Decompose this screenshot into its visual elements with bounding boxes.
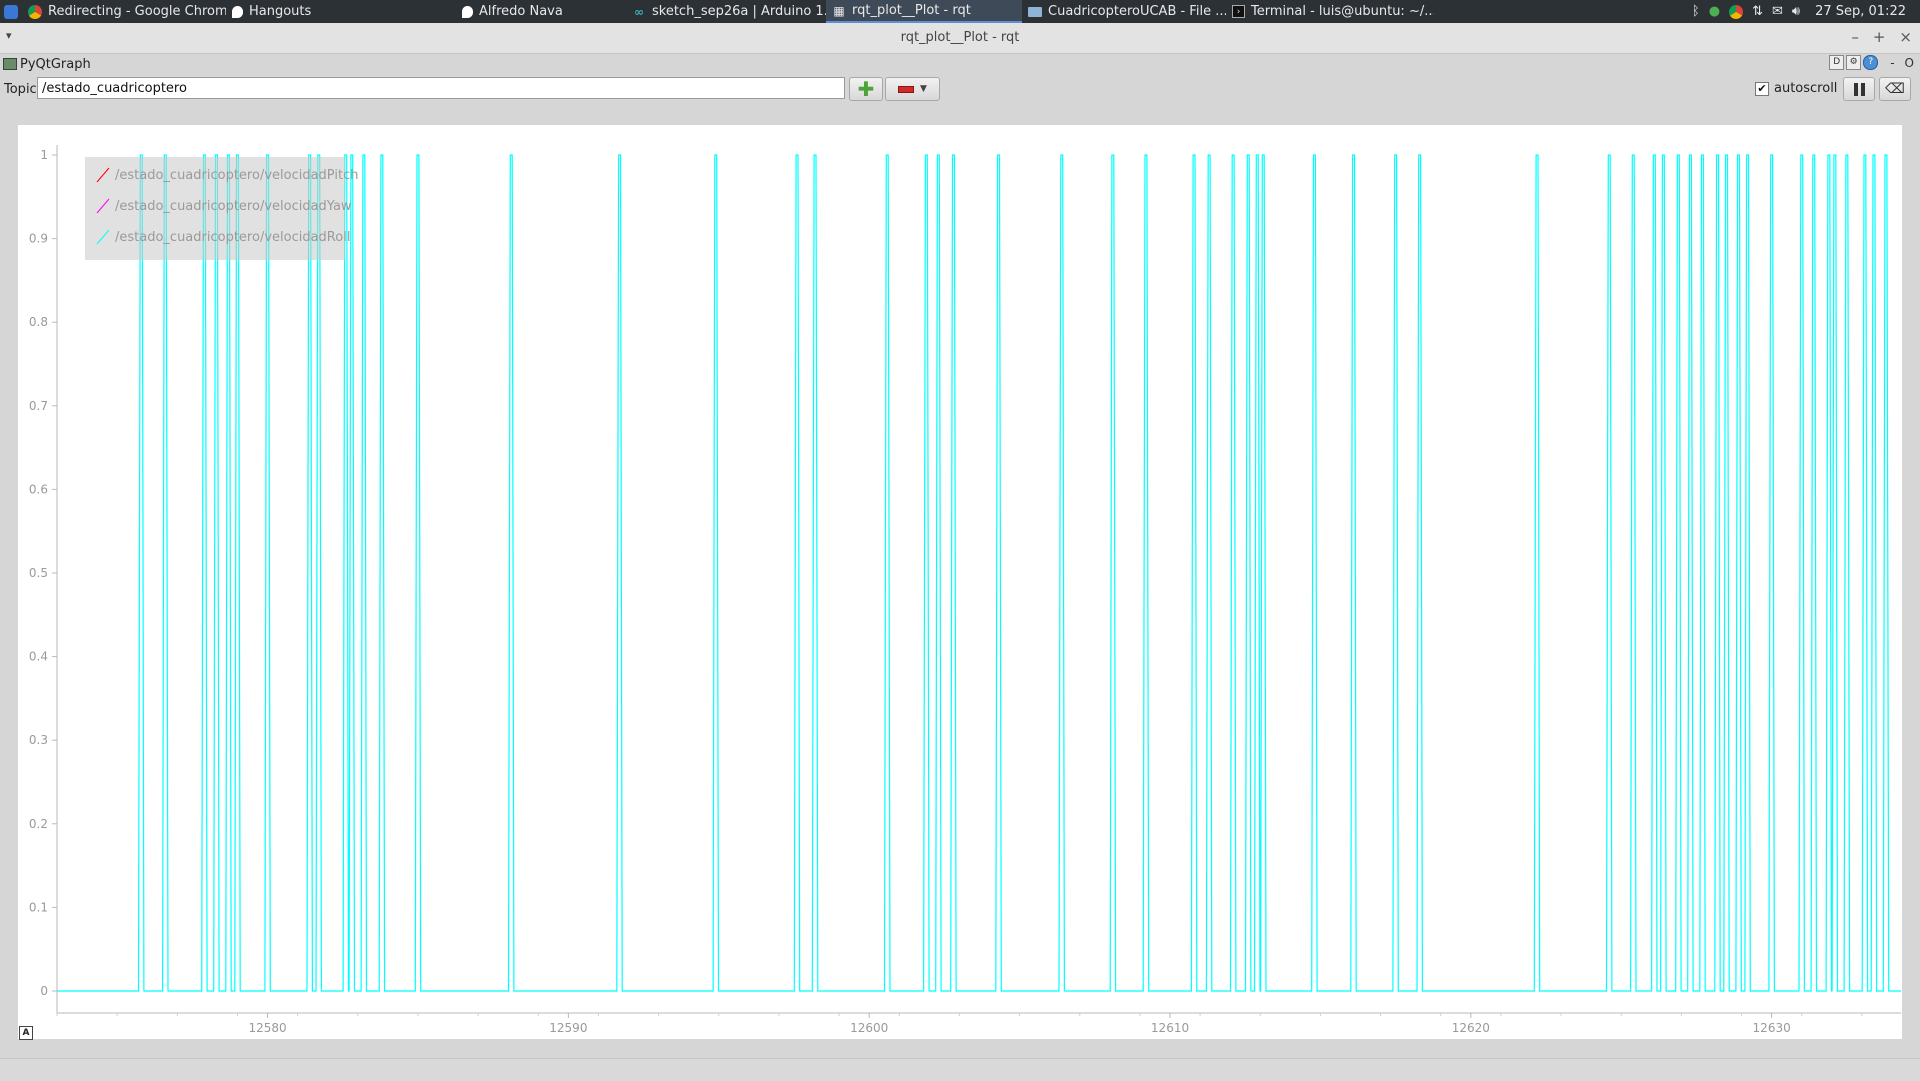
task-terminal[interactable]: › Terminal - luis@ubuntu: ~/... — [1226, 0, 1434, 23]
y-tick-label: 0.4 — [29, 650, 48, 664]
series-line-2 — [57, 154, 1901, 992]
help-button[interactable]: ? — [1863, 55, 1879, 70]
task-arduino[interactable]: ∞ sketch_sep26a | Arduino 1... — [626, 0, 826, 23]
task-label: rqt_plot__Plot - rqt — [852, 3, 971, 18]
task-label: CuadricopteroUCAB - File ... — [1048, 4, 1226, 19]
taskbar: Redirecting - Google Chrome Hangouts Alf… — [0, 0, 1920, 23]
task-label: Redirecting - Google Chrome — [48, 4, 226, 19]
plugin-minimize-button[interactable]: - — [1890, 56, 1894, 70]
network-icon[interactable]: ⇅ — [1752, 4, 1763, 19]
task-label: Terminal - luis@ubuntu: ~/... — [1251, 4, 1434, 19]
legend-swatch-roll — [96, 229, 110, 245]
x-tick-label: 12590 — [549, 1021, 587, 1035]
hangouts-icon — [462, 5, 473, 18]
maximize-icon[interactable]: + — [1873, 28, 1886, 46]
task-file-manager[interactable]: CuadricopteroUCAB - File ... — [1022, 0, 1226, 23]
plugin-title: PyQtGraph — [20, 56, 91, 72]
y-tick-label: 1 — [40, 148, 48, 162]
volume-icon[interactable]: 🔊︎ — [1792, 4, 1800, 19]
remove-topic-button[interactable]: ▼ — [885, 77, 940, 101]
clear-button[interactable]: ⌫ — [1879, 77, 1911, 101]
start-menu-icon[interactable] — [0, 0, 22, 23]
folder-icon — [1028, 6, 1042, 17]
chevron-down-icon: ▼ — [920, 84, 927, 94]
topic-label: Topic — [4, 82, 37, 97]
plugin-titlebar: PyQtGraph D ⚙ ? - O — [0, 53, 1920, 75]
y-tick-label: 0.8 — [29, 315, 48, 329]
legend-item-pitch: /estado_cuadricoptero/velocidadPitch — [95, 165, 358, 185]
x-tick-label: 12600 — [850, 1021, 888, 1035]
task-chrome[interactable]: Redirecting - Google Chrome — [22, 0, 226, 23]
legend-label: /estado_cuadricoptero/velocidadRoll — [115, 229, 351, 245]
x-tick-label: 12630 — [1753, 1021, 1791, 1035]
pause-icon — [1853, 82, 1858, 96]
y-tick-label: 0 — [40, 984, 48, 998]
chrome-icon — [28, 4, 42, 19]
y-tick-label: 0.7 — [29, 399, 48, 413]
grid-icon: ▦ — [833, 3, 845, 18]
pause-button[interactable] — [1843, 77, 1875, 101]
x-tick-label: 12620 — [1452, 1021, 1490, 1035]
bluetooth-icon[interactable]: ᛒ — [1692, 4, 1700, 19]
task-hangouts-chat[interactable]: Alfredo Nava — [426, 0, 626, 23]
auto-range-button[interactable]: A — [19, 1026, 33, 1040]
task-label: Alfredo Nava — [479, 4, 563, 19]
hangouts-icon — [232, 5, 243, 18]
legend-item-roll: /estado_cuadricoptero/velocidadRoll — [95, 227, 350, 247]
x-tick-label: 12580 — [248, 1021, 286, 1035]
task-label: sketch_sep26a | Arduino 1... — [652, 4, 826, 19]
mail-icon[interactable]: ✉ — [1772, 4, 1783, 19]
status-bar — [0, 1058, 1920, 1081]
task-label: Hangouts — [249, 4, 312, 19]
topic-toolbar: Topic ✚ ▼ ✔ autoscroll ⌫ — [0, 75, 1920, 105]
legend-item-yaw: /estado_cuadricoptero/velocidadYaw — [95, 196, 352, 216]
y-tick-label: 0.5 — [29, 566, 48, 580]
close-icon[interactable]: × — [1899, 28, 1912, 46]
y-tick-label: 0.9 — [29, 232, 48, 246]
legend-label: /estado_cuadricoptero/velocidadPitch — [115, 167, 359, 183]
minimize-icon[interactable]: – — [1851, 28, 1859, 46]
add-topic-button[interactable]: ✚ — [849, 77, 883, 101]
minus-icon — [898, 85, 915, 93]
chrome-tray-icon[interactable] — [1729, 4, 1744, 19]
legend-swatch-pitch — [96, 167, 110, 183]
pyqtgraph-icon — [3, 58, 17, 70]
plus-icon: ✚ — [857, 77, 875, 101]
autoscroll-checkbox[interactable]: ✔ autoscroll — [1755, 81, 1837, 96]
y-tick-label: 0.1 — [29, 900, 48, 914]
task-rqt-plot[interactable]: ▦ rqt_plot__Plot - rqt — [826, 0, 1022, 23]
settings-icon[interactable]: ⚙ — [1846, 55, 1862, 70]
checkmark-icon: ✔ — [1755, 81, 1769, 96]
legend-swatch-yaw — [96, 198, 110, 214]
topic-input[interactable] — [37, 77, 845, 99]
system-tray: ᛒ ● ⇅ ✉ 🔊︎ 27 Sep, 01:22 — [1692, 4, 1920, 19]
terminal-icon: › — [1232, 5, 1245, 18]
window-titlebar: ▾ rqt_plot__Plot - rqt – + × — [0, 23, 1920, 54]
plot-canvas[interactable]: 0 0.1 0.2 0.3 0.4 0.5 0.6 0.7 0.8 0.9 1 12580 12590 1… — [18, 125, 1902, 1039]
x-tick-label: 12610 — [1151, 1021, 1189, 1035]
clear-icon: ⌫ — [1885, 81, 1905, 97]
y-tick-label: 0.6 — [29, 482, 48, 496]
plot-legend[interactable]: /estado_cuadricoptero/velocidadPitch /es… — [85, 157, 358, 260]
clock[interactable]: 27 Sep, 01:22 — [1815, 4, 1906, 19]
window-title: rqt_plot__Plot - rqt — [900, 30, 1020, 45]
plot-area[interactable]: 0 0.1 0.2 0.3 0.4 0.5 0.6 0.7 0.8 0.9 1 12580 12590 1… — [18, 125, 1902, 1039]
status-indicator-icon[interactable]: ● — [1709, 4, 1720, 19]
dock-button[interactable]: D — [1829, 55, 1845, 70]
plugin-close-button[interactable]: O — [1905, 56, 1914, 70]
arduino-icon: ∞ — [634, 4, 644, 19]
y-tick-label: 0.2 — [29, 817, 48, 831]
legend-label: /estado_cuadricoptero/velocidadYaw — [115, 198, 352, 214]
autoscroll-label: autoscroll — [1774, 81, 1838, 96]
y-tick-label: 0.3 — [29, 733, 48, 747]
task-hangouts[interactable]: Hangouts — [226, 0, 426, 23]
